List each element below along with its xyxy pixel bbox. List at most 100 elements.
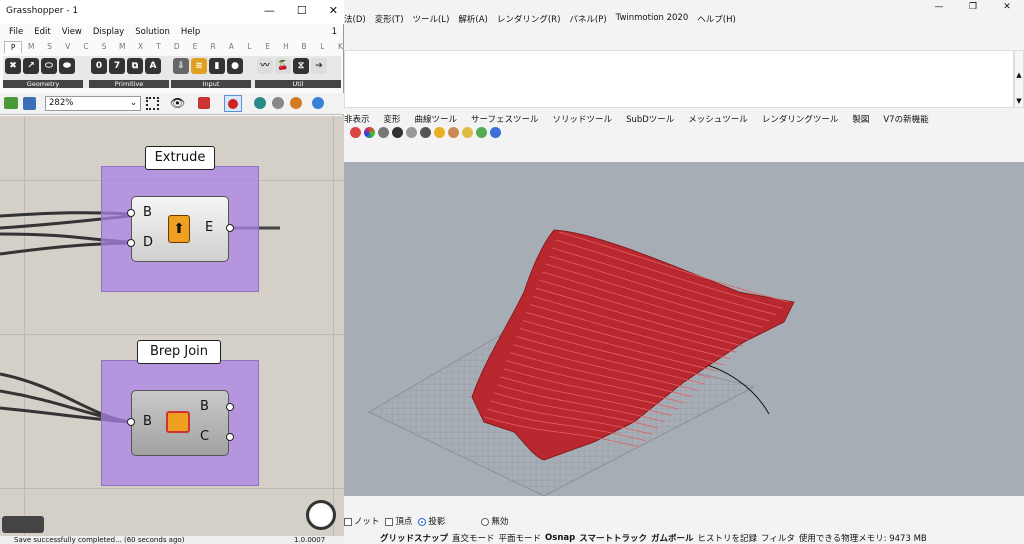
perspective-viewport[interactable]	[344, 162, 1024, 497]
preview-red-icon[interactable]	[224, 95, 242, 112]
ghosted-sphere-icon[interactable]	[406, 127, 417, 138]
preview-settings-icon[interactable]	[312, 97, 324, 109]
tab-surface[interactable]: S	[95, 41, 113, 53]
tab-k[interactable]: K	[331, 41, 349, 53]
tab-transform[interactable]: 変形	[384, 113, 401, 125]
tab-h[interactable]: H	[277, 41, 295, 53]
integer-icon[interactable]: 7	[109, 58, 125, 74]
status-ortho[interactable]: 直交モード	[452, 532, 495, 544]
osnap-vertex[interactable]: 頂点	[385, 515, 412, 527]
preview-wire-icon[interactable]	[254, 97, 266, 109]
zoom-extents-icon[interactable]	[146, 97, 159, 110]
scroll-up-icon[interactable]: ▲	[1015, 71, 1023, 79]
scroll-down-icon[interactable]: ▼	[1015, 97, 1023, 105]
tab-a[interactable]: A	[222, 41, 240, 53]
gh-menu-edit[interactable]: Edit	[34, 27, 50, 37]
tab-mesh[interactable]: M	[113, 41, 131, 53]
tab-drafting[interactable]: 製図	[852, 113, 869, 125]
help-icon[interactable]	[490, 127, 501, 138]
tab-curve-tools[interactable]: 曲線ツール	[415, 113, 458, 125]
menu-analyze[interactable]: 解析(A)	[458, 13, 487, 25]
status-filter[interactable]: フィルタ	[761, 532, 795, 544]
sketch-icon[interactable]	[198, 97, 210, 109]
preview-eye-icon[interactable]: 👁	[170, 96, 185, 110]
open-folder-icon[interactable]	[4, 97, 18, 109]
menu-transform[interactable]: 変形(T)	[375, 13, 404, 25]
vector-icon[interactable]: ↗	[23, 58, 39, 74]
status-osnap[interactable]: Osnap	[545, 533, 575, 543]
point-icon[interactable]: ✖	[5, 58, 21, 74]
text-icon[interactable]: A	[145, 58, 161, 74]
tab-render-tools[interactable]: レンダリングツール	[762, 113, 839, 125]
xray-sphere-icon[interactable]	[420, 127, 431, 138]
menu-tools[interactable]: ツール(L)	[413, 13, 450, 25]
tab-e[interactable]: E	[186, 41, 204, 53]
close-button[interactable]: ✕	[990, 0, 1024, 14]
toggle-icon[interactable]: ●	[227, 58, 243, 74]
wire-icon[interactable]: 〰	[257, 58, 273, 74]
status-planar[interactable]: 平面モード	[499, 532, 542, 544]
gh-menu-solution[interactable]: Solution	[135, 27, 170, 37]
tab-b[interactable]: B	[295, 41, 313, 53]
tab-sets[interactable]: S	[40, 41, 58, 53]
tab-l[interactable]: L	[240, 41, 258, 53]
arrow-icon[interactable]: ➔	[311, 58, 327, 74]
tab-transform[interactable]: T	[150, 41, 168, 53]
tab-display[interactable]: D	[168, 41, 186, 53]
gh-close-button[interactable]: ✕	[329, 4, 338, 17]
display-mode-icon[interactable]	[350, 127, 361, 138]
minimize-button[interactable]: —	[922, 0, 956, 14]
gh-bottom-tools[interactable]	[2, 516, 44, 533]
import-icon[interactable]: ⇩	[173, 58, 189, 74]
material-icon[interactable]	[448, 127, 459, 138]
brep-join-output-b[interactable]: B	[200, 399, 209, 414]
graph-icon[interactable]: ≋	[191, 58, 207, 74]
tab-mesh-tools[interactable]: メッシュツール	[688, 113, 748, 125]
menu-twinmotion[interactable]: Twinmotion 2020	[616, 13, 689, 25]
slider-icon[interactable]: ▮	[209, 58, 225, 74]
cluster-icon[interactable]: ⧖	[293, 58, 309, 74]
sun-icon[interactable]	[434, 127, 445, 138]
gh-menu-help[interactable]: Help	[181, 27, 200, 37]
tab-r[interactable]: R	[204, 41, 222, 53]
menu-panels[interactable]: パネル(P)	[569, 13, 606, 25]
tab-l2[interactable]: L	[313, 41, 331, 53]
brep-join-output-c[interactable]: C	[200, 429, 209, 444]
tab-surface-tools[interactable]: サーフェスツール	[471, 113, 539, 125]
status-smarttrack[interactable]: スマートトラック	[579, 532, 647, 544]
status-history[interactable]: ヒストリを記録	[697, 532, 757, 544]
tab-curve[interactable]: C	[77, 41, 95, 53]
rendered-sphere-icon[interactable]	[392, 127, 403, 138]
brep-join-input-b[interactable]: B	[143, 414, 152, 429]
tab-subd-tools[interactable]: SubDツール	[626, 113, 674, 125]
command-scrollbar[interactable]: ▲ ▼	[1014, 50, 1024, 108]
brep-join-component[interactable]: B B C	[131, 390, 229, 456]
status-gumball[interactable]: ガムボール	[651, 532, 694, 544]
osnap-disable[interactable]: 無効	[481, 515, 508, 527]
menu-render[interactable]: レンダリング(R)	[497, 13, 561, 25]
save-icon[interactable]	[23, 97, 36, 110]
menu-dim[interactable]: 法(D)	[344, 13, 366, 25]
extrude-input-d[interactable]: D	[143, 235, 153, 250]
gh-minimize-button[interactable]: —	[264, 4, 275, 17]
tab-maths[interactable]: M	[22, 41, 40, 53]
environment-icon[interactable]	[476, 127, 487, 138]
preview-shaded-icon[interactable]	[290, 97, 302, 109]
osnap-knot[interactable]: ノット	[344, 515, 379, 527]
extrude-input-b[interactable]: B	[143, 205, 152, 220]
osnap-project[interactable]: 投影	[418, 515, 445, 527]
navigation-wheel-icon[interactable]	[306, 500, 336, 530]
extrude-component[interactable]: B D E ⬆	[131, 196, 229, 262]
lights-icon[interactable]	[462, 127, 473, 138]
shaded-sphere-icon[interactable]	[378, 127, 389, 138]
menu-help[interactable]: ヘルプ(H)	[697, 13, 736, 25]
cherry-icon[interactable]: 🍒	[275, 58, 291, 74]
tab-hide[interactable]: 非表示	[344, 113, 370, 125]
domain-icon[interactable]: ⧉	[127, 58, 143, 74]
gh-menu-view[interactable]: View	[62, 27, 82, 37]
tab-v7-new[interactable]: V7の新機能	[883, 113, 928, 125]
gh-menu-display[interactable]: Display	[93, 27, 124, 37]
tab-params[interactable]: P	[4, 41, 23, 53]
gh-menu-file[interactable]: File	[9, 27, 23, 37]
preview-mesh-icon[interactable]	[272, 97, 284, 109]
